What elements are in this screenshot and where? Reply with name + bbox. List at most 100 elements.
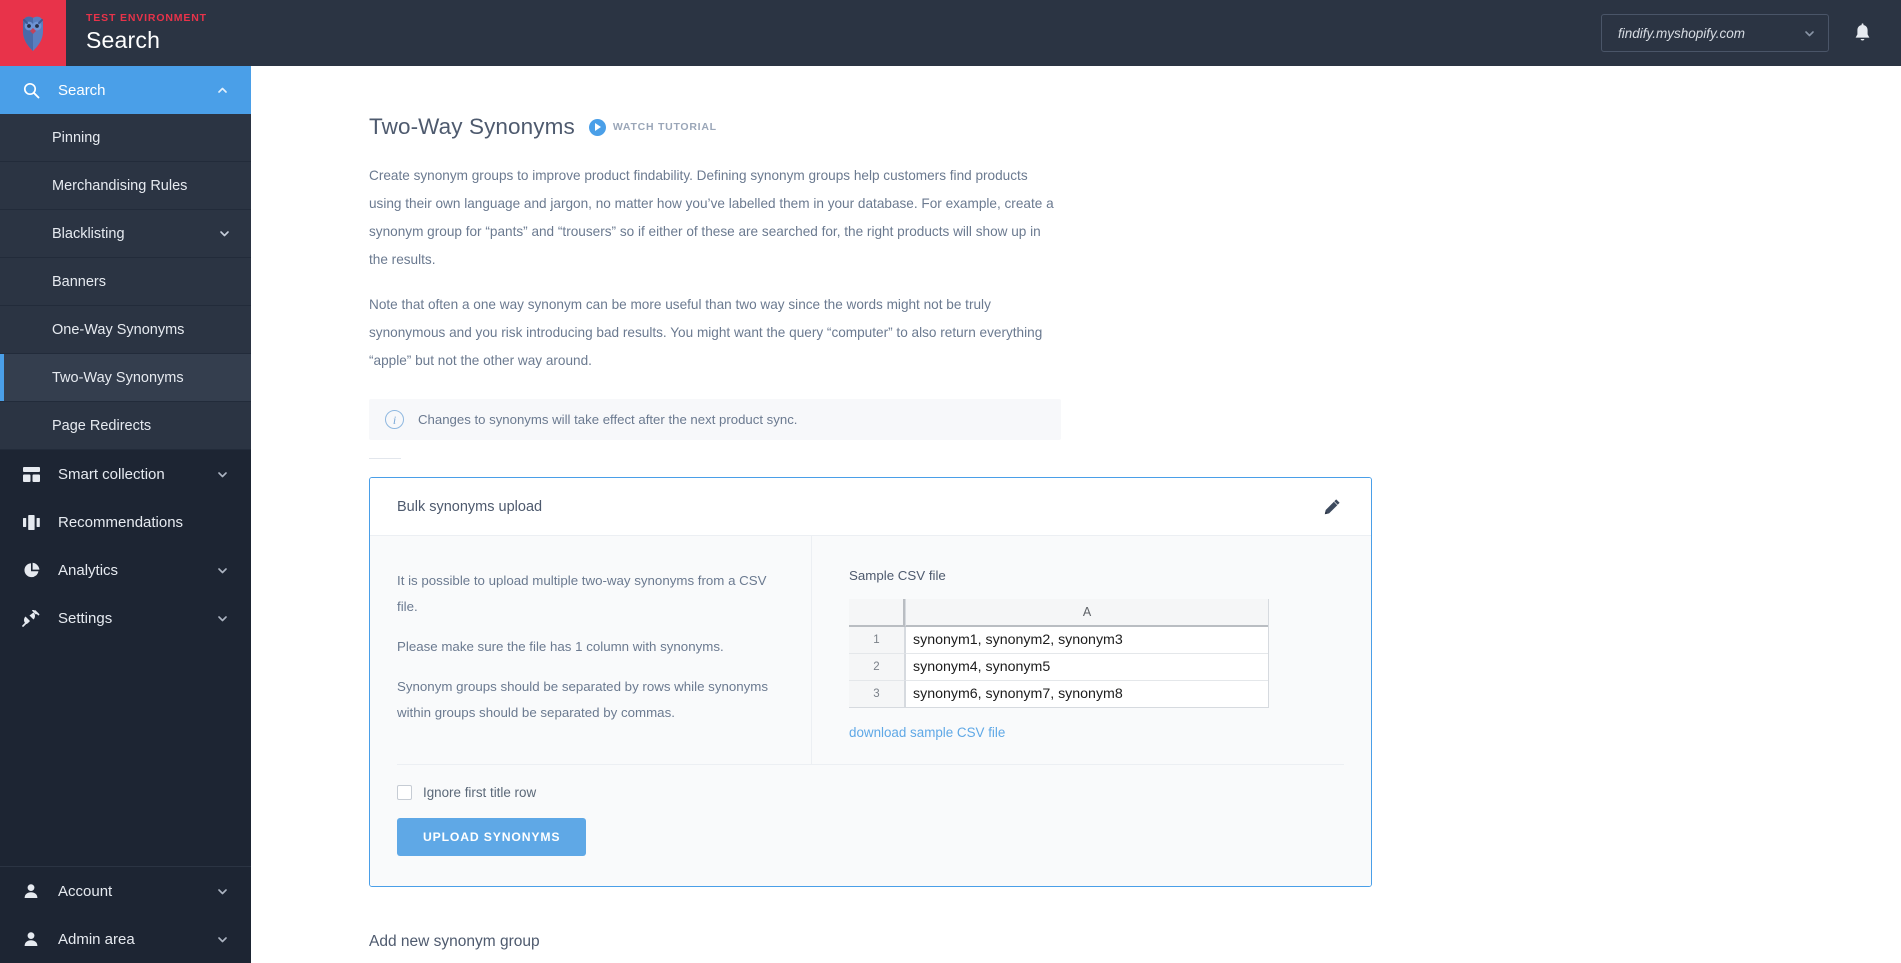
add-new-title: Add new synonym group <box>369 933 540 951</box>
bulk-instructions: It is possible to upload multiple two-wa… <box>370 536 785 756</box>
watch-tutorial-button[interactable]: WATCH TUTORIAL <box>588 118 717 136</box>
app-root: TEST ENVIRONMENT Search findify.myshopif… <box>0 0 1901 963</box>
play-circle-icon <box>588 118 606 136</box>
sample-csv-sheet: A 1 synonym1, synonym2, synonym3 2 synon… <box>849 599 1269 709</box>
ignore-first-title-row-label: Ignore first title row <box>423 785 537 801</box>
chevron-down-icon <box>215 885 229 898</box>
bulk-card-title: Bulk synonyms upload <box>397 498 543 515</box>
sheet-row-number: 1 <box>849 627 905 655</box>
bulk-card-header: Bulk synonyms upload <box>370 478 1371 537</box>
upload-synonyms-button[interactable]: UPLOAD SYNONYMS <box>397 818 587 857</box>
chevron-down-icon <box>217 227 231 240</box>
bell-icon[interactable] <box>1849 20 1875 46</box>
sidebar-subitem-blacklisting[interactable]: Blacklisting <box>0 210 251 258</box>
add-new-synonym-group-section: Add new synonym group Separate each term… <box>369 933 1251 963</box>
sidebar-item-search[interactable]: Search <box>0 66 251 114</box>
ignore-first-title-row-checkbox[interactable]: Ignore first title row <box>397 785 1344 801</box>
sheet-header-row: A <box>849 599 1268 628</box>
pencil-icon[interactable] <box>1319 494 1345 520</box>
sidebar-subitem-label: One-Way Synonyms <box>52 321 185 338</box>
content-column: Two-Way Synonyms WATCH TUTORIAL Create s… <box>251 66 1372 963</box>
page-header: Two-Way Synonyms WATCH TUTORIAL <box>369 114 1251 140</box>
sidebar-subitem-two-way-synonyms[interactable]: Two-Way Synonyms <box>0 354 251 402</box>
sidebar-subitem-one-way-synonyms[interactable]: One-Way Synonyms <box>0 306 251 354</box>
plug-icon <box>20 609 42 627</box>
sheet-cell-value: synonym6, synonym7, synonym8 <box>905 681 1268 708</box>
watch-tutorial-label: WATCH TUTORIAL <box>612 121 717 133</box>
sync-notice-text: Changes to synonyms will take effect aft… <box>418 412 798 428</box>
sidebar-item-account[interactable]: Account <box>0 867 251 915</box>
sample-csv-label: Sample CSV file <box>849 568 946 584</box>
sidebar-subnav: Pinning Merchandising Rules Blacklisting… <box>0 114 251 450</box>
main-content: Two-Way Synonyms WATCH TUTORIAL Create s… <box>251 66 1901 963</box>
sidebar-subitem-label: Two-Way Synonyms <box>52 369 184 386</box>
sidebar-item-label: Admin area <box>58 930 135 948</box>
app-title: Search <box>86 26 161 53</box>
sidebar-subitem-pinning[interactable]: Pinning <box>0 114 251 162</box>
sheet-cell-value: synonym4, synonym5 <box>905 654 1268 682</box>
sheet-row: 3 synonym6, synonym7, synonym8 <box>849 681 1268 708</box>
bulk-card-body: It is possible to upload multiple two-wa… <box>370 536 1371 887</box>
sidebar-item-label: Recommendations <box>58 513 184 531</box>
pie-chart-icon <box>20 562 42 579</box>
sample-csv-panel: Sample CSV file A 1 synonym1, synonym2, … <box>812 536 1371 764</box>
intro-paragraph-1: Create synonym groups to improve product… <box>369 168 1054 267</box>
brand-block: TEST ENVIRONMENT Search <box>66 0 207 66</box>
bulk-synonyms-upload-card: Bulk synonyms upload It is possible to u… <box>369 477 1372 888</box>
sheet-row: 1 synonym1, synonym2, synonym3 <box>849 627 1268 655</box>
environment-label: TEST ENVIRONMENT <box>86 12 207 24</box>
user-icon <box>20 931 42 947</box>
bulk-desc-2: Please make sure the file has 1 column w… <box>397 638 724 654</box>
chevron-down-icon <box>215 564 229 577</box>
sidebar-subitem-banners[interactable]: Banners <box>0 258 251 306</box>
chevron-down-icon <box>1803 27 1816 40</box>
sidebar-item-recommendations[interactable]: Recommendations <box>0 498 251 546</box>
checkbox-box <box>397 785 412 801</box>
section-divider <box>369 458 401 460</box>
sidebar-item-label: Search <box>58 81 106 99</box>
sheet-corner-cell <box>849 599 905 628</box>
sheet-row: 2 synonym4, synonym5 <box>849 654 1268 682</box>
sidebar-subitem-label: Banners <box>52 273 107 290</box>
sidebar: Search Pinning Merchandising Rules Black… <box>0 66 251 963</box>
chevron-up-icon <box>215 84 229 97</box>
download-sample-csv-link[interactable]: download sample CSV file <box>849 725 1005 740</box>
sidebar-item-label: Settings <box>58 609 113 627</box>
sidebar-subitem-label: Blacklisting <box>52 225 125 242</box>
chevron-down-icon <box>215 933 229 946</box>
bar-blocks-icon <box>20 514 42 530</box>
sidebar-subitem-merchandising-rules[interactable]: Merchandising Rules <box>0 162 251 210</box>
owl-logo-icon[interactable] <box>0 0 66 66</box>
store-selector-value: findify.myshopify.com <box>1618 25 1746 41</box>
bulk-upload-grid: It is possible to upload multiple two-wa… <box>370 536 1371 765</box>
bulk-desc-1: It is possible to upload multiple two-wa… <box>397 573 767 614</box>
sidebar-item-label: Account <box>58 882 113 900</box>
bulk-card-footer: Ignore first title row UPLOAD SYNONYMS <box>370 765 1371 886</box>
sidebar-item-admin-area[interactable]: Admin area <box>0 915 251 963</box>
sheet-cell-value: synonym1, synonym2, synonym3 <box>905 627 1268 655</box>
sidebar-item-analytics[interactable]: Analytics <box>0 546 251 594</box>
sidebar-subitem-label: Pinning <box>52 129 101 146</box>
chevron-down-icon <box>215 612 229 625</box>
sidebar-item-settings[interactable]: Settings <box>0 594 251 642</box>
info-icon: i <box>385 410 404 430</box>
sidebar-item-label: Smart collection <box>58 465 165 483</box>
sidebar-item-smart-collection[interactable]: Smart collection <box>0 450 251 498</box>
page-intro: Create synonym groups to improve product… <box>369 162 1251 375</box>
top-bar-right: findify.myshopify.com <box>1601 0 1901 66</box>
sidebar-bottom-nav: Account Admin area <box>0 866 251 963</box>
sidebar-nav: Search Pinning Merchandising Rules Black… <box>0 66 251 866</box>
chevron-down-icon <box>215 468 229 481</box>
top-bar: TEST ENVIRONMENT Search findify.myshopif… <box>0 0 1901 66</box>
sidebar-subitem-label: Page Redirects <box>52 417 152 434</box>
layout-grid-icon <box>20 466 42 482</box>
bulk-desc-3: Synonym groups should be separated by ro… <box>397 678 769 720</box>
sheet-row-number: 2 <box>849 654 905 682</box>
store-selector[interactable]: findify.myshopify.com <box>1601 14 1829 52</box>
sheet-column-header-a: A <box>905 599 1268 628</box>
sidebar-subitem-label: Merchandising Rules <box>52 177 188 194</box>
page-title: Two-Way Synonyms <box>369 114 575 139</box>
sync-notice: i Changes to synonyms will take effect a… <box>369 399 1061 441</box>
sidebar-subitem-page-redirects[interactable]: Page Redirects <box>0 402 251 450</box>
sheet-row-number: 3 <box>849 681 905 708</box>
